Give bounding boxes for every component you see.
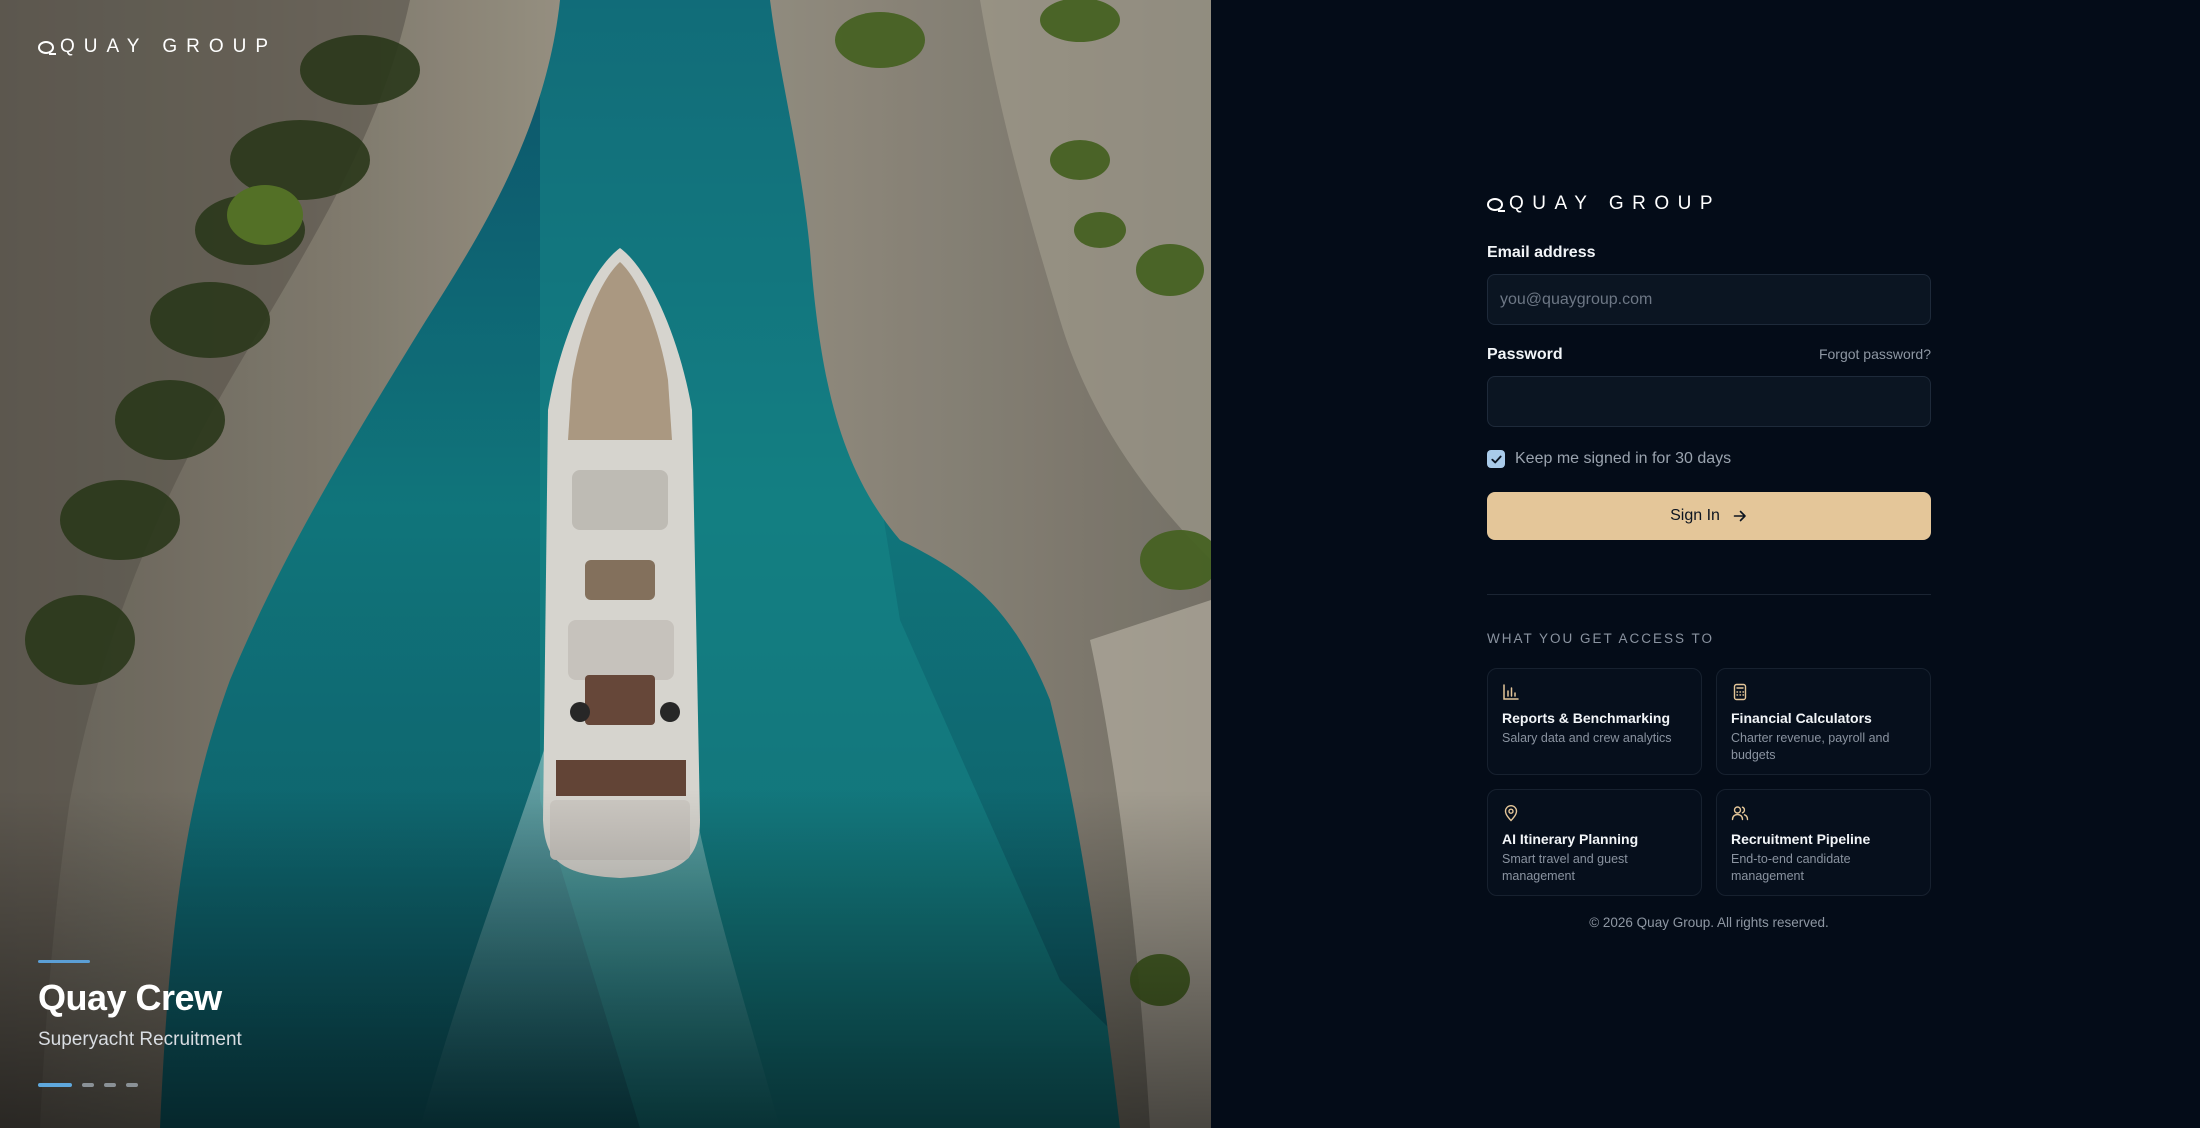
password-label: Password (1487, 346, 1563, 363)
remember-checkbox[interactable] (1487, 450, 1505, 468)
form-logo-text: QUAY GROUP (1509, 193, 1722, 214)
logo-q-mark-icon (38, 40, 56, 55)
access-card-desc: Smart travel and guest management (1502, 852, 1628, 883)
forgot-password-link[interactable]: Forgot password? (1819, 346, 1931, 362)
hero-logo: QUAY GROUP (38, 36, 277, 58)
section-divider (1487, 594, 1931, 595)
access-card-itinerary[interactable]: AI Itinerary Planning Smart travel and g… (1487, 789, 1702, 896)
access-card-recruitment[interactable]: Recruitment Pipeline End-to-end candidat… (1716, 789, 1931, 896)
remember-label: Keep me signed in for 30 days (1515, 450, 1732, 467)
carousel-dot-4[interactable] (126, 1083, 138, 1087)
carousel-dot-1[interactable] (38, 1083, 72, 1087)
email-label: Email address (1487, 244, 1596, 261)
access-card-title: Reports & Benchmarking (1502, 710, 1671, 726)
carousel-indicators (38, 1083, 138, 1087)
access-cards: Reports & Benchmarking Salary data and c… (1487, 668, 1931, 896)
form-logo: QUAY GROUP (1487, 193, 1931, 215)
access-card-desc: Salary data and crew analytics (1502, 731, 1672, 745)
hero-title: Quay Crew (38, 977, 222, 1018)
hero-accent-rule (38, 960, 90, 963)
sign-in-button[interactable]: Sign In (1487, 492, 1931, 540)
arrow-right-icon (1733, 510, 1746, 522)
remember-me[interactable]: Keep me signed in for 30 days (1487, 449, 1931, 469)
access-heading: WHAT YOU GET ACCESS TO (1487, 631, 1715, 646)
bar-chart-icon (1503, 684, 1519, 700)
hero-image (0, 0, 1211, 1128)
calculator-icon (1733, 683, 1747, 701)
users-icon (1731, 806, 1749, 821)
login-form: QUAY GROUP Email address Password Forgot… (1487, 193, 1931, 930)
email-group: Email address (1487, 244, 1931, 325)
login-panel: QUAY GROUP Email address Password Forgot… (1211, 0, 2200, 1128)
hero-logo-text: QUAY GROUP (60, 36, 278, 57)
carousel-dot-3[interactable] (104, 1083, 116, 1087)
password-group: Password Forgot password? (1487, 346, 1931, 427)
access-card-desc: End-to-end candidate management (1731, 852, 1851, 883)
hero-subtitle: Superyacht Recruitment (38, 1029, 242, 1050)
carousel-dot-2[interactable] (82, 1083, 94, 1087)
hero-caption: Quay Crew Superyacht Recruitment (38, 960, 242, 1051)
copyright-footer: © 2026 Quay Group. All rights reserved. (1589, 915, 1829, 930)
email-field[interactable] (1487, 274, 1931, 325)
logo-q-mark-icon (1487, 197, 1505, 212)
password-field[interactable] (1487, 376, 1931, 427)
access-card-title: AI Itinerary Planning (1502, 831, 1639, 847)
password-label-row: Password Forgot password? (1487, 346, 1931, 364)
access-card-desc: Charter revenue, payroll and budgets (1731, 731, 1890, 762)
checkmark-icon (1490, 455, 1502, 463)
sign-in-label: Sign In (1670, 507, 1720, 524)
hero-panel: QUAY GROUP Quay Crew Superyacht Recruitm… (0, 0, 1211, 1128)
access-card-reports[interactable]: Reports & Benchmarking Salary data and c… (1487, 668, 1702, 775)
access-card-title: Financial Calculators (1731, 710, 1872, 726)
access-card-title: Recruitment Pipeline (1731, 831, 1871, 847)
access-card-calculators[interactable]: Financial Calculators Charter revenue, p… (1716, 668, 1931, 775)
map-pin-icon (1504, 805, 1518, 822)
